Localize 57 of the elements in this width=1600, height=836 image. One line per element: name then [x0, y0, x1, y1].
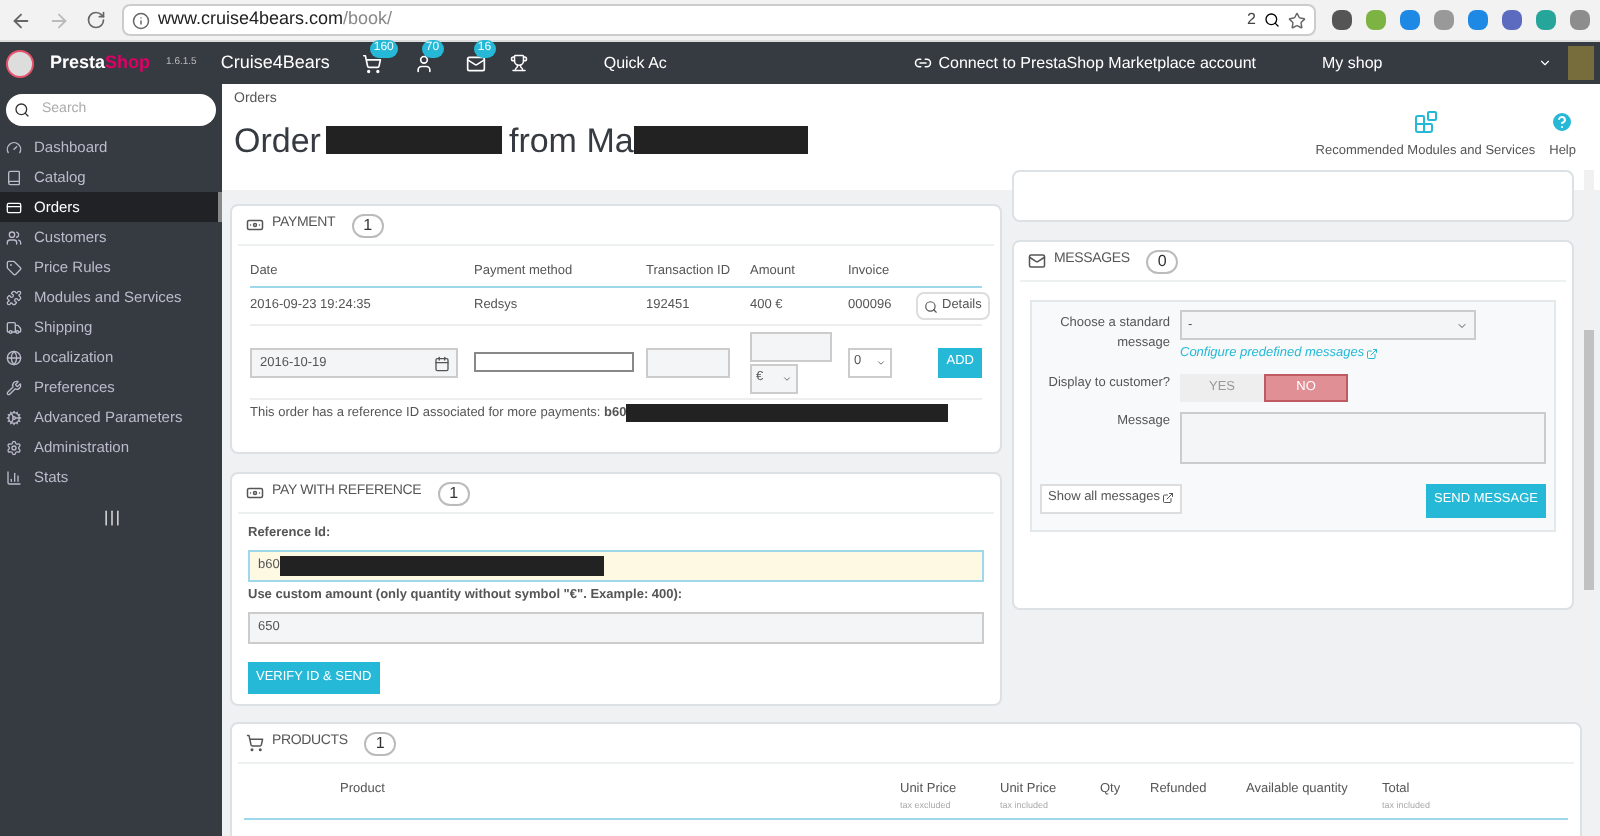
bar-chart-icon	[6, 469, 22, 485]
globe-icon	[6, 349, 22, 365]
collapse-icon[interactable]	[101, 508, 121, 528]
gear-icon	[6, 409, 22, 425]
link-icon	[914, 54, 933, 72]
panel-icon	[246, 216, 264, 234]
tag-icon	[6, 259, 22, 275]
panel-icon	[246, 734, 264, 752]
logo-text: PrestaShop	[50, 49, 151, 76]
caret-icon	[1538, 56, 1552, 70]
transaction-id-field[interactable]	[646, 347, 730, 377]
message-field[interactable]	[1180, 411, 1546, 464]
address-bar[interactable]: www.cruise4bears.com/book/ 2	[122, 4, 1316, 36]
quick-access-menu[interactable]: Quick Ac	[603, 51, 667, 75]
gauge-icon	[6, 139, 22, 155]
caret-icon	[782, 373, 792, 383]
panel-icon	[1028, 252, 1046, 270]
card-icon	[6, 199, 22, 215]
page-title: Order	[234, 119, 321, 163]
reload-icon[interactable]	[86, 10, 106, 30]
search-icon	[924, 299, 938, 313]
search-icon	[14, 102, 30, 118]
caret-icon	[1456, 319, 1468, 331]
back-icon[interactable]	[10, 9, 32, 31]
amount-field[interactable]	[750, 331, 832, 361]
shop-name: Cruise4Bears	[220, 49, 330, 76]
info-icon	[132, 11, 150, 29]
bookmark-icon[interactable]	[1288, 11, 1306, 29]
users-icon	[6, 229, 22, 245]
external-link-icon	[1366, 347, 1379, 360]
logo-icon	[6, 49, 34, 77]
my-shop-link[interactable]: My shop	[1322, 51, 1522, 75]
user-icon[interactable]	[413, 53, 434, 73]
panel-icon	[246, 484, 264, 502]
book-icon	[6, 169, 22, 185]
count-badge: 1	[351, 213, 385, 237]
count-badge: 1	[437, 481, 471, 505]
puzzle-icon	[1413, 110, 1438, 135]
caret-icon	[876, 357, 886, 367]
search-icon	[1264, 12, 1280, 28]
mail-icon[interactable]	[465, 53, 486, 73]
payment-method-field[interactable]	[474, 352, 634, 372]
truck-icon	[6, 319, 22, 335]
count-badge: 1	[363, 731, 397, 755]
page-title: from Ma	[508, 119, 634, 163]
zoom-level-text: 2	[1247, 8, 1256, 32]
count-badge: 0	[1145, 249, 1179, 273]
calendar-icon	[434, 355, 450, 371]
puzzle-icon	[6, 289, 22, 305]
connect-link[interactable]: Connect to PrestaShop Marketplace account	[938, 51, 1256, 75]
wrench-icon	[6, 379, 22, 395]
trophy-icon[interactable]	[509, 54, 528, 72]
help-icon	[1550, 110, 1575, 135]
external-link-icon	[1162, 492, 1174, 505]
gear-icon	[6, 439, 22, 455]
cart-icon[interactable]	[361, 53, 382, 73]
url-text: www.cruise4bears.com/book/	[158, 6, 393, 33]
